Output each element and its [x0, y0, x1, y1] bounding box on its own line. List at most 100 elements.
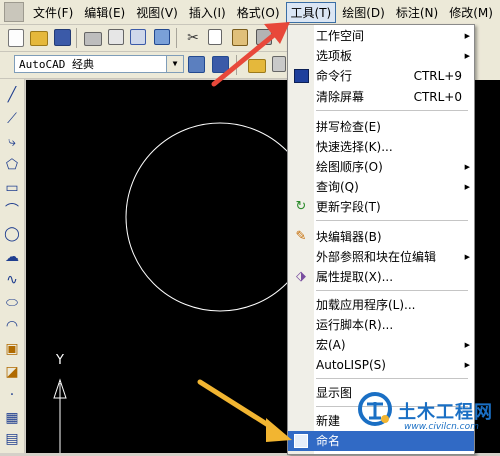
menu-item-run-script[interactable]: 运行脚本(R)...	[288, 315, 474, 335]
menu-item-workspaces[interactable]: 工作空间 ▶	[288, 26, 474, 46]
command-line-icon	[294, 69, 309, 83]
submenu-arrow-icon: ▶	[464, 183, 470, 191]
polygon-icon[interactable]: ⬠	[3, 157, 21, 174]
menu-item-shortcut: CTRL+0	[413, 90, 462, 104]
workspace-settings-icon[interactable]	[188, 56, 205, 73]
menu-item-named-ucs[interactable]: 命名	[288, 431, 474, 451]
make-block-icon[interactable]: ◪	[3, 364, 21, 381]
tools-menu: 工作空间 ▶ 选项板 ▶ 命令行 CTRL+9 清除屏幕 CTRL+0 拼写检查…	[287, 24, 475, 455]
ellipse-arc-icon[interactable]: ◠	[3, 318, 21, 335]
menu-item-spell-check[interactable]: 拼写检查(E)	[288, 117, 474, 137]
match-properties-icon[interactable]	[256, 29, 272, 45]
point-icon[interactable]: ·	[3, 387, 21, 404]
drawn-circle[interactable]	[125, 122, 315, 312]
print-icon[interactable]	[84, 32, 102, 46]
menu-item-label: 宏(A)	[316, 338, 346, 352]
insert-block-icon[interactable]: ▣	[3, 341, 21, 358]
menu-insert[interactable]: 插入(I)	[184, 2, 231, 23]
open-file-icon[interactable]	[30, 31, 48, 46]
menu-item-clean-screen[interactable]: 清除屏幕 CTRL+0	[288, 87, 474, 107]
menu-tools[interactable]: 工具(T)	[285, 1, 337, 23]
toolbar-separator	[76, 28, 77, 48]
menu-item-block-editor[interactable]: ✎ 块编辑器(B)	[288, 227, 474, 247]
submenu-arrow-icon: ▶	[464, 361, 470, 369]
workspace-select[interactable]: AutoCAD 经典 ▼	[14, 55, 184, 73]
chevron-down-icon[interactable]: ▼	[166, 56, 183, 72]
layer-properties-icon[interactable]	[248, 59, 266, 73]
menu-separator	[316, 378, 468, 379]
menu-item-label: 拼写检查(E)	[316, 120, 381, 134]
update-field-icon: ↻	[295, 199, 307, 214]
menu-item-command-line[interactable]: 命令行 CTRL+9	[288, 66, 474, 86]
menu-item-label: 显示图	[316, 386, 353, 400]
paste-icon[interactable]	[232, 29, 248, 46]
menu-item-inquiry[interactable]: 查询(Q) ▶	[288, 177, 474, 197]
menu-item-quick-select[interactable]: 快速选择(K)...	[288, 137, 474, 157]
polyline-icon[interactable]: ⤷	[3, 134, 21, 151]
arc-icon[interactable]: ⌒	[3, 203, 21, 220]
civilcn-logo	[358, 392, 392, 426]
ellipse-icon[interactable]: ⬭	[3, 295, 21, 312]
menu-item-label: 查询(Q)	[316, 180, 359, 194]
layer-icon[interactable]	[272, 56, 286, 72]
ucs-icon: Y	[53, 353, 67, 453]
3d-dwf-icon[interactable]	[154, 29, 170, 45]
revision-cloud-icon[interactable]: ☁	[3, 249, 21, 266]
spline-icon[interactable]: ∿	[3, 272, 21, 289]
menu-view[interactable]: 视图(V)	[131, 2, 183, 23]
submenu-arrow-icon: ▶	[464, 32, 470, 40]
menu-item-palettes[interactable]: 选项板 ▶	[288, 46, 474, 66]
menu-item-macro[interactable]: 宏(A) ▶	[288, 335, 474, 355]
menu-edit[interactable]: 编辑(E)	[79, 2, 130, 23]
publish-icon[interactable]	[130, 29, 146, 45]
construction-line-icon[interactable]: ⟋	[3, 111, 21, 128]
hatch-icon[interactable]: ▦	[3, 410, 21, 427]
menu-separator	[316, 110, 468, 111]
menu-item-label: 绘图顺序(O)	[316, 160, 383, 174]
menu-file[interactable]: 文件(F)	[28, 2, 78, 23]
menu-item-label: 新建	[316, 414, 341, 428]
rectangle-icon[interactable]: ▭	[3, 180, 21, 197]
menu-item-load-application[interactable]: 加载应用程序(L)...	[288, 295, 474, 315]
menu-item-label: 属性提取(X)...	[316, 270, 394, 284]
submenu-arrow-icon: ▶	[464, 52, 470, 60]
menu-item-label: AutoLISP(S)	[316, 358, 386, 372]
menu-modify[interactable]: 修改(M)	[444, 2, 498, 23]
menu-item-label: 外部参照和块在位编辑	[316, 250, 437, 264]
menu-item-attribute-extract[interactable]: ⬗ 属性提取(X)...	[288, 267, 474, 287]
menu-item-label: 选项板	[316, 49, 353, 63]
copy-icon[interactable]	[208, 29, 222, 45]
menu-bar: 文件(F) 编辑(E) 视图(V) 插入(I) 格式(O) 工具(T) 绘图(D…	[0, 0, 500, 25]
menu-item-label: 快速选择(K)...	[316, 140, 393, 154]
menu-item-xref-edit[interactable]: 外部参照和块在位编辑 ▶	[288, 247, 474, 267]
menu-item-label: 块编辑器(B)	[316, 230, 382, 244]
menu-item-label: 清除屏幕	[316, 90, 365, 104]
block-editor-icon: ✎	[295, 229, 307, 244]
menu-item-label: 工作空间	[316, 29, 365, 43]
menu-dimension[interactable]: 标注(N)	[391, 2, 443, 23]
menu-item-label: 命令行	[316, 69, 353, 83]
cut-icon[interactable]: ✂	[184, 29, 202, 47]
draw-toolbar: ╱ ⟋ ⤷ ⬠ ▭ ⌒ ◯ ☁ ∿ ⬭ ◠ ▣ ◪ · ▦ ▤	[0, 79, 25, 453]
new-file-icon[interactable]	[8, 29, 24, 47]
menu-draw[interactable]: 绘图(D)	[337, 2, 390, 23]
toolbar-separator	[176, 28, 177, 48]
menu-item-update-fields[interactable]: ↻ 更新字段(T)	[288, 197, 474, 217]
attribute-extract-icon: ⬗	[296, 269, 306, 284]
menu-item-draw-order[interactable]: 绘图顺序(O) ▶	[288, 157, 474, 177]
toolbar-separator	[236, 55, 237, 75]
watermark-title: 土木工程网	[398, 402, 493, 423]
workspace-save-icon[interactable]	[212, 56, 229, 73]
circle-icon[interactable]: ◯	[3, 226, 21, 243]
menu-format[interactable]: 格式(O)	[232, 2, 285, 23]
save-icon[interactable]	[54, 29, 71, 46]
workspace-value: AutoCAD 经典	[19, 58, 94, 71]
plot-preview-icon[interactable]	[108, 29, 124, 45]
gradient-icon[interactable]: ▤	[3, 431, 21, 448]
submenu-arrow-icon: ▶	[464, 253, 470, 261]
ucs-y-label: Y	[55, 353, 64, 368]
menu-item-autolisp[interactable]: AutoLISP(S) ▶	[288, 355, 474, 375]
app-icon[interactable]	[4, 2, 24, 22]
line-icon[interactable]: ╱	[3, 87, 21, 104]
menu-item-label: 运行脚本(R)...	[316, 318, 394, 332]
